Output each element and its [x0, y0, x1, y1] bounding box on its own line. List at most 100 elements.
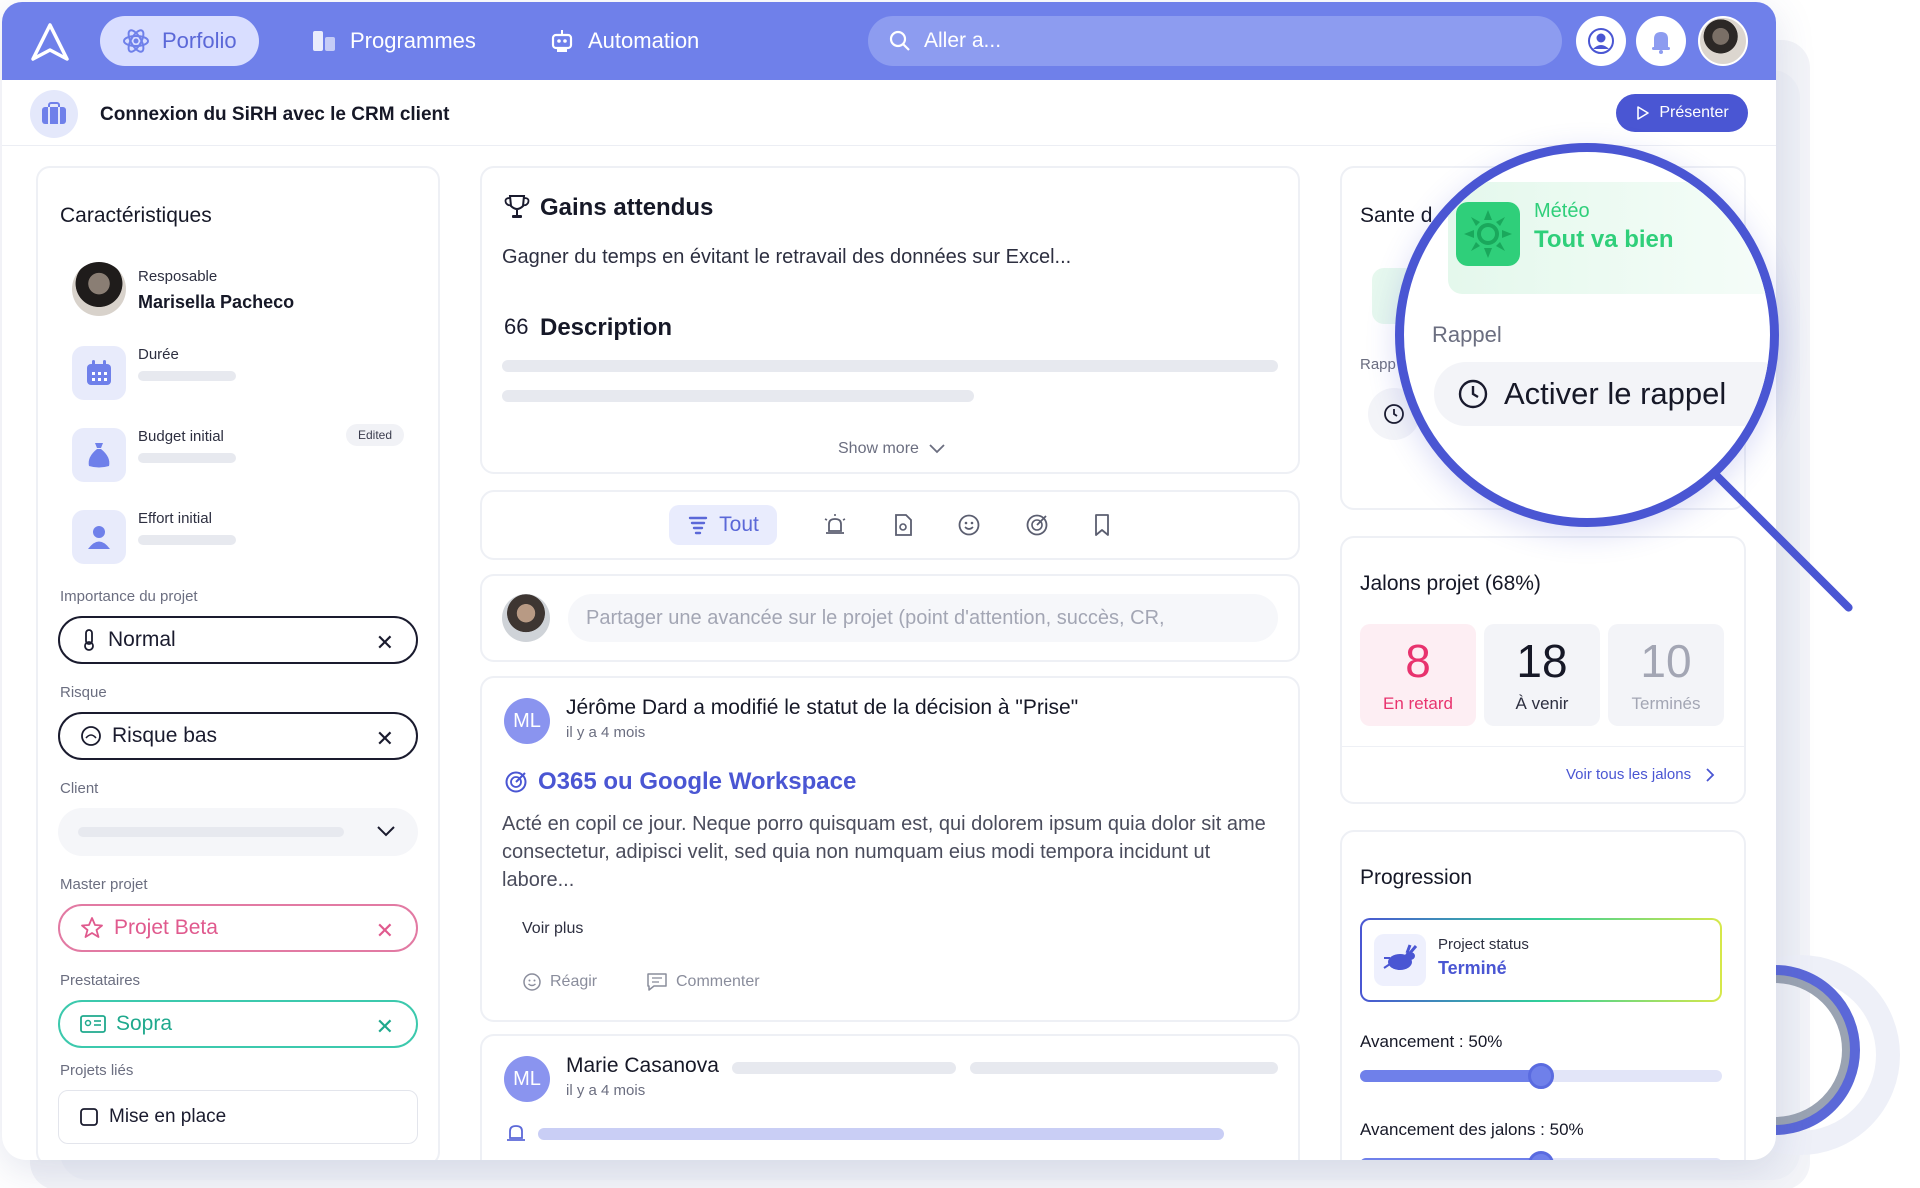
late-milestones-stat[interactable]: 8 En retard — [1360, 624, 1476, 726]
nav-portfolio-label: Porfolio — [162, 28, 237, 53]
milestones-advancement-fill — [1360, 1158, 1541, 1160]
nav-programmes[interactable]: Programmes — [288, 16, 498, 66]
milestones-advancement-slider[interactable] — [1360, 1151, 1722, 1160]
app-logo-icon[interactable] — [30, 22, 70, 62]
thermometer-icon — [84, 629, 94, 651]
comment-button[interactable]: Commenter — [646, 972, 760, 992]
reminder-label: Rappel — [1432, 322, 1502, 347]
present-button[interactable]: Présenter — [1616, 94, 1748, 132]
master-project-value: Projet Beta — [114, 916, 218, 939]
calendar-icon — [72, 346, 126, 400]
risk-select[interactable]: Risque bas ✕ — [58, 712, 418, 760]
nav-portfolio[interactable]: Porfolio — [100, 16, 259, 66]
tab-list: Tout — [482, 492, 1298, 558]
user-profile-button[interactable] — [1576, 16, 1626, 66]
person-icon — [72, 510, 126, 564]
progress-title: Progression — [1360, 866, 1473, 889]
advancement-fill — [1360, 1070, 1541, 1082]
nav-programmes-label: Programmes — [350, 28, 476, 53]
decision-link[interactable]: O365 ou Google Workspace — [504, 768, 856, 796]
client-dropdown[interactable] — [58, 808, 418, 856]
money-bag-icon — [72, 428, 126, 482]
see-all-milestones-link[interactable]: Voir tous les jalons — [1566, 766, 1715, 783]
react-button[interactable]: Réagir — [522, 972, 597, 992]
duration-label: Durée — [138, 346, 179, 363]
advancement-label: Avancement : 50% — [1360, 1032, 1503, 1051]
responsible-label: Resposable — [138, 268, 218, 285]
sun-icon — [1456, 202, 1520, 266]
master-project-select[interactable]: Projet Beta ✕ — [58, 904, 418, 952]
user-icon — [1588, 28, 1614, 54]
tab-decisions[interactable] — [1025, 513, 1049, 537]
react-label: Réagir — [550, 973, 598, 990]
briefcase-icon — [30, 90, 78, 138]
done-milestones-stat[interactable]: 10 Terminés — [1608, 624, 1724, 726]
document-icon — [894, 514, 912, 536]
bookmark-icon — [1094, 514, 1109, 536]
post-headline: Jérôme Dard a modifié le statut de la dé… — [566, 696, 1079, 719]
present-label: Présenter — [1659, 104, 1729, 121]
responsible-name: Marisella Pacheco — [138, 292, 295, 312]
text-placeholder — [538, 1128, 1224, 1140]
health-title: Sante d — [1360, 204, 1433, 227]
avatar: ML — [504, 1056, 550, 1102]
tab-mood[interactable] — [957, 513, 981, 537]
master-project-label: Master projet — [60, 876, 148, 893]
budget-placeholder — [138, 453, 236, 463]
clear-icon[interactable]: ✕ — [376, 918, 394, 944]
gains-title: Gains attendus — [540, 194, 714, 221]
clear-icon[interactable]: ✕ — [376, 630, 394, 656]
milestones-advancement-handle[interactable] — [1528, 1151, 1554, 1160]
robot-icon — [551, 30, 573, 52]
reminder-label: Rapp — [1360, 356, 1396, 373]
comment-label: Commenter — [676, 973, 760, 990]
activate-reminder-label: Activer le rappel — [1504, 376, 1727, 411]
milestones-card: Jalons projet (68%) 8 En retard 18 À ven… — [1340, 536, 1746, 804]
providers-value: Sopra — [116, 1012, 173, 1035]
milestones-title: Jalons projet (68%) — [1360, 572, 1541, 595]
tab-alerts[interactable] — [821, 513, 849, 537]
comment-icon — [647, 973, 667, 991]
see-all-label: Voir tous les jalons — [1566, 766, 1692, 783]
linked-project-item[interactable]: Mise en place — [58, 1090, 418, 1144]
atom-icon — [123, 29, 149, 53]
tab-all[interactable]: Tout — [669, 505, 777, 545]
tab-all-label: Tout — [719, 513, 759, 536]
nav-automation[interactable]: Automation — [526, 16, 721, 66]
importance-select[interactable]: Normal ✕ — [58, 616, 418, 664]
chevron-down-icon — [377, 826, 395, 837]
decision-title: O365 ou Google Workspace — [538, 768, 857, 795]
see-more-link[interactable]: Voir plus — [522, 920, 583, 938]
weather-label: Météo — [1534, 200, 1590, 222]
notifications-button[interactable] — [1636, 16, 1686, 66]
advancement-handle[interactable] — [1528, 1063, 1554, 1089]
composer-input[interactable]: Partager une avancée sur le projet (poin… — [568, 594, 1278, 642]
activate-reminder-button[interactable]: Activer le rappel — [1434, 362, 1770, 426]
clear-icon[interactable]: ✕ — [376, 1014, 394, 1040]
quote-icon: 66 — [504, 314, 529, 339]
show-more-button[interactable]: Show more — [838, 440, 945, 458]
avatar: ML — [504, 698, 550, 744]
advancement-slider[interactable] — [1360, 1063, 1722, 1089]
upcoming-milestones-stat[interactable]: 18 À venir — [1484, 624, 1600, 726]
feed-post: ML Jérôme Dard a modifié le statut de la… — [480, 676, 1300, 1022]
avatar — [502, 594, 550, 642]
text-placeholder — [732, 1062, 956, 1074]
post-body: Acté en copil ce jour. Neque porro quisq… — [502, 813, 1266, 891]
composer-placeholder: Partager une avancée sur le projet (poin… — [586, 606, 1165, 629]
star-icon — [81, 917, 103, 938]
providers-select[interactable]: Sopra ✕ — [58, 1000, 418, 1048]
feed-filter-tabs: Tout — [480, 490, 1300, 560]
account-avatar[interactable] — [1698, 16, 1748, 66]
risk-label: Risque — [60, 684, 107, 701]
clear-icon[interactable]: ✕ — [376, 726, 394, 752]
done-label: Terminés — [1631, 694, 1701, 713]
tab-documents[interactable] — [893, 513, 913, 537]
project-header: Connexion du SiRH avec le CRM client Pré… — [2, 80, 1776, 146]
progress-card: Progression Project status Terminé Avanc… — [1340, 830, 1746, 1160]
client-placeholder — [78, 827, 344, 837]
text-placeholder — [970, 1062, 1278, 1074]
tab-bookmarks[interactable] — [1093, 513, 1111, 537]
project-status-box[interactable]: Project status Terminé — [1360, 918, 1722, 1002]
search-input[interactable]: Aller a... — [868, 16, 1562, 66]
